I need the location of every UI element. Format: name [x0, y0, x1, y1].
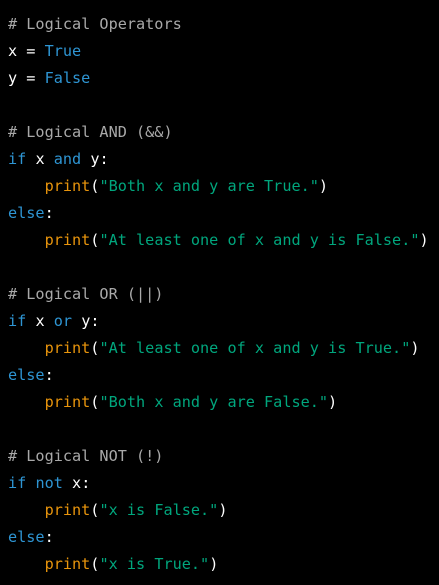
- code-token-keyword: else: [8, 528, 45, 546]
- code-token-comment: # Logical AND (&&): [8, 123, 173, 141]
- code-line: print("At least one of x and y is False.…: [8, 227, 429, 254]
- code-token-builtin: print: [44, 555, 91, 573]
- code-line: if not x:: [8, 470, 90, 497]
- code-line: else:: [8, 200, 54, 227]
- code-token-ident: x: [35, 150, 45, 168]
- code-token-string: "At least one of x and y is True.": [99, 339, 411, 357]
- code-line: print("x is True."): [8, 551, 219, 578]
- code-token-keyword: else: [8, 204, 45, 222]
- code-token-string: "x is False.": [99, 501, 219, 519]
- code-token-builtin: print: [44, 393, 91, 411]
- code-block: # Logical Operators x = True y = False # Lo…: [0, 0, 439, 585]
- code-token-punct: ): [410, 339, 420, 357]
- code-token-keyword: or: [53, 312, 73, 330]
- code-token-ws: [45, 312, 54, 330]
- code-line: x = True: [8, 38, 81, 65]
- code-line: y = False: [8, 65, 90, 92]
- code-token-comment: # Logical OR (||): [8, 285, 164, 303]
- code-token-keyword: if: [8, 474, 27, 492]
- code-line: else:: [8, 362, 54, 389]
- code-token-ident: x: [35, 312, 45, 330]
- code-token-string: "Both x and y are True.": [99, 177, 319, 195]
- code-token-ws: [8, 555, 45, 573]
- code-token-punct: ): [218, 501, 228, 519]
- code-line: if x and y:: [8, 146, 109, 173]
- code-token-literal: False: [44, 69, 91, 87]
- code-line: else:: [8, 524, 54, 551]
- code-line: if x or y:: [8, 308, 100, 335]
- code-token-ws: [8, 177, 45, 195]
- code-token-builtin: print: [44, 339, 91, 357]
- code-token-ident: x: [72, 474, 82, 492]
- code-token-punct: ): [419, 231, 429, 249]
- code-token-keyword: if: [8, 312, 27, 330]
- code-token-ws: [8, 339, 45, 357]
- code-token-comment: # Logical NOT (!): [8, 447, 164, 465]
- code-token-ws: [8, 393, 45, 411]
- code-token-literal: True: [44, 42, 82, 60]
- code-token-ident: y: [81, 312, 91, 330]
- code-token-op: =: [17, 69, 45, 87]
- code-token-punct: ): [328, 393, 338, 411]
- code-line: # Logical OR (||): [8, 281, 163, 308]
- code-token-builtin: print: [44, 177, 91, 195]
- code-line: print("x is False."): [8, 497, 228, 524]
- code-token-ws: [81, 150, 90, 168]
- code-token-ws: [72, 312, 81, 330]
- code-token-ws: [63, 474, 72, 492]
- code-line: print("At least one of x and y is True."…: [8, 335, 420, 362]
- code-token-punct: ): [209, 555, 219, 573]
- code-token-punct: :: [99, 150, 109, 168]
- code-line: # Logical Operators: [8, 11, 182, 38]
- code-token-ws: [8, 231, 45, 249]
- code-token-keyword: not: [35, 474, 63, 492]
- code-token-op: =: [17, 42, 45, 60]
- code-token-punct: ): [318, 177, 329, 195]
- code-token-keyword: else: [8, 366, 45, 384]
- code-token-comment: # Logical Operators: [8, 15, 182, 33]
- code-token-string: "At least one of x and y is False.": [99, 231, 420, 249]
- code-line: # Logical NOT (!): [8, 443, 163, 470]
- code-token-ident: y: [8, 69, 18, 87]
- code-token-punct: :: [44, 204, 54, 222]
- code-token-punct: :: [44, 528, 54, 546]
- code-token-punct: :: [90, 312, 100, 330]
- code-line: print("Both x and y are True."): [8, 173, 328, 200]
- code-token-punct: :: [44, 366, 54, 384]
- code-token-string: "x is True.": [99, 555, 210, 573]
- code-token-string: "Both x and y are False.": [99, 393, 329, 411]
- code-token-ws: [8, 501, 45, 519]
- code-token-keyword: if: [8, 150, 27, 168]
- code-token-punct: :: [81, 474, 91, 492]
- code-token-ws: [45, 150, 54, 168]
- code-line: print("Both x and y are False."): [8, 389, 338, 416]
- code-token-ident: x: [8, 42, 18, 60]
- code-token-ident: y: [90, 150, 100, 168]
- code-token-builtin: print: [44, 231, 91, 249]
- code-token-builtin: print: [44, 501, 91, 519]
- code-token-keyword: and: [53, 150, 82, 168]
- code-line: # Logical AND (&&): [8, 119, 173, 146]
